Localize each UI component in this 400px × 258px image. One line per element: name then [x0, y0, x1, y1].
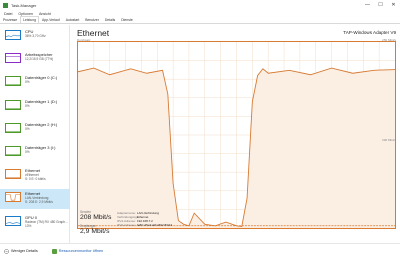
tab-users[interactable]: Benutzer [82, 16, 102, 23]
sidebar-item-disk-2[interactable]: Datenträger 2 (H:) 0% [0, 120, 70, 140]
menu-view[interactable]: Ansicht [39, 12, 51, 16]
sidebar-item-disk-3[interactable]: Datenträger 3 (I:) 0% [0, 143, 70, 163]
resource-monitor-label: Ressourcenmonitor öffnen [58, 249, 104, 253]
sidebar-item-gpu-0[interactable]: GPU 0 Radeon (TM) RX 480 Graph... 13% [0, 213, 70, 233]
network-stats: Senden 208 Mbit/s Empfangen 2,9 Mbit/s A… [77, 210, 397, 242]
sidebar-item-subtitle: 12,2/15,9 GB (77%) [25, 57, 54, 62]
minimize-button[interactable]: — [361, 0, 374, 10]
resource-monitor-icon [51, 248, 57, 254]
footer-bar: Weniger Details Ressourcenmonitor öffnen [0, 243, 400, 258]
sidebar-item-detail: S: 0 E: 0 kbit/s [25, 177, 46, 182]
sidebar-item-memory[interactable]: Arbeitsspeicher 12,2/15,9 GB (77%) [0, 50, 70, 70]
tab-details[interactable]: Details [102, 16, 118, 23]
tab-processes[interactable]: Prozesse [0, 16, 20, 23]
sidebar-item-ethernet-vethernet[interactable]: Ethernet vEthernet S: 0 E: 0 kbit/s [0, 166, 70, 186]
sidebar-item-disk-0[interactable]: Datenträger 0 (C:) 0% [0, 73, 70, 93]
fewer-details-label: Weniger Details [11, 249, 38, 253]
sidebar-thumbnail-graph [5, 30, 21, 40]
sidebar-thumbnail-graph [5, 192, 21, 203]
menu-file[interactable]: Datei [4, 12, 12, 16]
sidebar-item-detail: 13% [25, 223, 32, 228]
fewer-details-button[interactable]: Weniger Details [4, 248, 38, 254]
chevron-up-icon [4, 248, 9, 254]
page-title: Ethernet [77, 28, 110, 38]
sidebar-item-title: Datenträger 1 (D:) [25, 98, 58, 104]
maximize-button[interactable]: ☐ [374, 0, 387, 10]
scale-mid-label: 200 Mbit/s [382, 138, 396, 142]
sidebar-item-subtitle: 0% [25, 126, 30, 131]
title-bar: Task-Manager — ☐ ✕ [0, 0, 400, 10]
ipv6-value: fe80::d5e3:a0f:a592:8%13 [137, 223, 173, 227]
ethernet-detail-panel: Ethernet TAP-Windows Adapter V9 Durchsat… [72, 25, 400, 243]
tab-performance[interactable]: Leistung [20, 16, 39, 23]
sidebar-item-detail: S: 208 E: 2,9 Mbit/s [25, 200, 53, 205]
receive-value: 2,9 Mbit/s [80, 228, 110, 235]
sidebar-thumbnail-graph [5, 122, 21, 133]
throughput-chart [78, 42, 395, 228]
sidebar-thumbnail-graph [5, 76, 21, 87]
sidebar-thumbnail-graph [5, 53, 21, 64]
sidebar-item-subtitle: 0% [25, 103, 30, 108]
sidebar-item-cpu[interactable]: CPU 36% 3,70 GHz [0, 27, 70, 47]
close-button[interactable]: ✕ [387, 0, 400, 10]
sidebar-item-subtitle: 36% 3,70 GHz [25, 34, 46, 38]
tab-startup[interactable]: Autostart [63, 16, 83, 23]
sidebar-item-subtitle: Radeon (TM) RX 480 Graph... [25, 219, 68, 224]
throughput-graph [77, 41, 396, 229]
performance-sidebar: CPU 36% 3,70 GHz Arbeitsspeicher 12,2/15,9 … [0, 25, 70, 243]
send-value: 208 Mbit/s [80, 214, 112, 221]
sidebar-thumbnail-graph [5, 146, 21, 156]
sidebar-item-ethernet-lan[interactable]: Ethernet LAN-Verbindung S: 208 E: 2,9 Mbit… [0, 189, 70, 210]
tab-services[interactable]: Dienste [118, 16, 136, 23]
sidebar-thumbnail-graph [5, 169, 21, 180]
sidebar-thumbnail-graph [5, 215, 21, 226]
sidebar-item-subtitle: 0% [25, 80, 30, 85]
window-title: Task-Manager [11, 2, 37, 8]
adapter-name: TAP-Windows Adapter V9 [343, 30, 396, 35]
window-controls: — ☐ ✕ [361, 0, 400, 10]
task-manager-icon [3, 2, 8, 8]
sidebar-thumbnail-graph [5, 99, 21, 110]
sidebar-item-subtitle: 0% [25, 150, 30, 154]
ipv6-key: IPv6-Adresse: [117, 223, 136, 227]
menu-options[interactable]: Optionen [18, 12, 33, 16]
task-manager-window: Task-Manager — ☐ ✕ Datei Optionen Ansich… [0, 0, 400, 258]
sidebar-item-disk-1[interactable]: Datenträger 1 (D:) 0% [0, 97, 70, 117]
tab-app-history[interactable]: App-Verlauf [39, 16, 63, 23]
tab-bar: Prozesse Leistung App-Verlauf Autostart … [0, 16, 400, 24]
open-resource-monitor-link[interactable]: Ressourcenmonitor öffnen [51, 248, 104, 254]
